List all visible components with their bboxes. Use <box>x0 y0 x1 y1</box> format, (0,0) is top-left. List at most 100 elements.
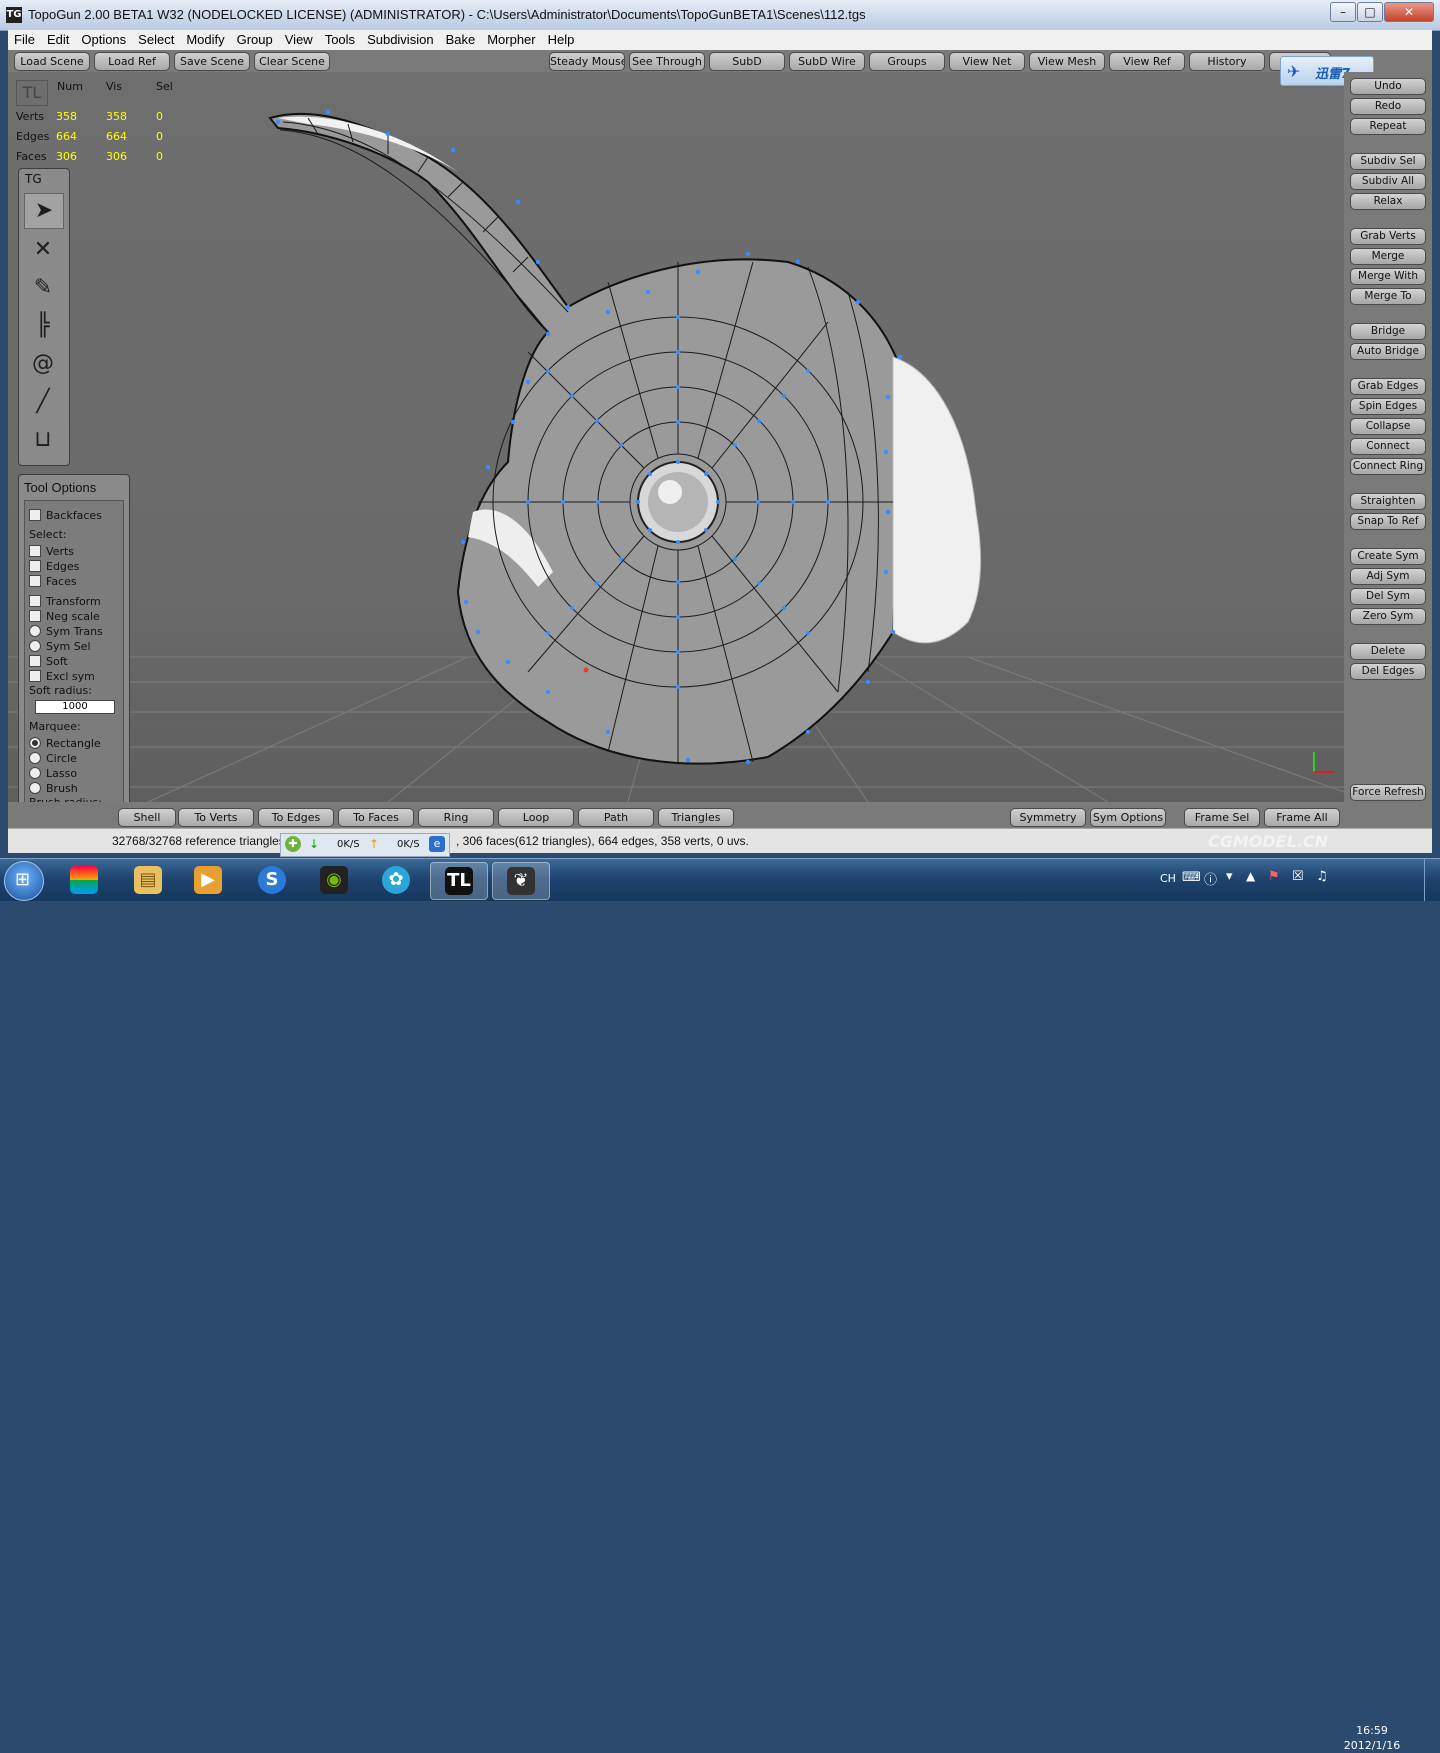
sym-trans-radio[interactable]: Sym Trans <box>29 625 103 639</box>
start-button[interactable]: ⊞ <box>4 861 44 901</box>
connect-button[interactable]: Connect <box>1350 438 1426 455</box>
system-clock[interactable]: 16:59 2012/1/16 <box>1342 1723 1402 1753</box>
merge-button[interactable]: Merge <box>1350 248 1426 265</box>
menu-file[interactable]: File <box>8 30 41 50</box>
delete-button[interactable]: Delete <box>1350 643 1426 660</box>
see-through-button[interactable]: See Through <box>629 52 705 71</box>
keyboard-icon[interactable]: ⌨ <box>1182 870 1201 885</box>
marquee-rectangle-radio[interactable]: Rectangle <box>29 737 101 751</box>
taskbar-nvidia[interactable]: ◉ <box>306 862 362 898</box>
loop-button[interactable]: Loop <box>498 808 574 827</box>
ring-button[interactable]: Ring <box>418 808 494 827</box>
collapse-button[interactable]: Collapse <box>1350 418 1426 435</box>
frame-sel-button[interactable]: Frame Sel <box>1184 808 1260 827</box>
taskbar-sogou[interactable]: S <box>244 862 300 898</box>
bridge-button[interactable]: Bridge <box>1350 323 1426 340</box>
subd-wire-button[interactable]: SubD Wire <box>789 52 865 71</box>
ime-options-icon[interactable]: ▾ <box>1226 869 1233 884</box>
symmetry-button[interactable]: Symmetry <box>1010 808 1086 827</box>
select-faces-checkbox[interactable]: Faces <box>29 575 77 589</box>
3d-viewport[interactable] <box>8 72 1344 802</box>
menu-group[interactable]: Group <box>231 30 279 50</box>
relax-button[interactable]: Relax <box>1350 193 1426 210</box>
select-arrow-icon[interactable]: ➤ <box>24 193 64 229</box>
show-hidden-icons[interactable]: ▲ <box>1246 869 1255 883</box>
network-icon[interactable]: ☒ <box>1292 869 1304 884</box>
frame-all-button[interactable]: Frame All <box>1264 808 1340 827</box>
subdiv-sel-button[interactable]: Subdiv Sel <box>1350 153 1426 170</box>
taskbar-player[interactable]: ✿ <box>368 862 424 898</box>
snap-to-ref-button[interactable]: Snap To Ref <box>1350 513 1426 530</box>
cut-icon[interactable]: ✕ <box>24 233 62 267</box>
steady-mouse-button[interactable]: Steady Mouse <box>549 52 625 71</box>
view-ref-button[interactable]: View Ref <box>1109 52 1185 71</box>
path-button[interactable]: Path <box>578 808 654 827</box>
grab-edges-button[interactable]: Grab Edges <box>1350 378 1426 395</box>
load-scene-button[interactable]: Load Scene <box>14 52 90 71</box>
to-edges-button[interactable]: To Edges <box>258 808 334 827</box>
auto-bridge-button[interactable]: Auto Bridge <box>1350 343 1426 360</box>
head-mesh[interactable] <box>268 109 981 765</box>
menu-view[interactable]: View <box>279 30 319 50</box>
network-monitor[interactable]: ✚ ↓ 0K/S ↑ 0K/S e <box>280 833 450 857</box>
subd-button[interactable]: SubD <box>709 52 785 71</box>
menu-bake[interactable]: Bake <box>440 30 482 50</box>
maximize-button[interactable]: □ <box>1357 2 1383 22</box>
taskbar-explorer[interactable]: ▤ <box>120 862 176 898</box>
history-button[interactable]: History <box>1189 52 1265 71</box>
sym-options-button[interactable]: Sym Options <box>1090 808 1166 827</box>
soft-radius-field[interactable]: 1000 <box>35 700 115 714</box>
straighten-button[interactable]: Straighten <box>1350 493 1426 510</box>
close-button[interactable]: ✕ <box>1384 2 1434 22</box>
redo-button[interactable]: Redo <box>1350 98 1426 115</box>
select-verts-checkbox[interactable]: Verts <box>29 545 74 559</box>
taskbar-zbrush[interactable]: ❦ <box>492 862 550 900</box>
load-ref-button[interactable]: Load Ref <box>94 52 170 71</box>
to-faces-button[interactable]: To Faces <box>338 808 414 827</box>
taskbar-topogun[interactable]: TL <box>430 862 488 900</box>
force-refresh-button[interactable]: Force Refresh <box>1350 784 1426 801</box>
show-desktop-button[interactable] <box>1424 859 1440 901</box>
menu-modify[interactable]: Modify <box>180 30 230 50</box>
marquee-brush-radio[interactable]: Brush <box>29 782 78 796</box>
menu-subdivision[interactable]: Subdivision <box>361 30 440 50</box>
undo-button[interactable]: Undo <box>1350 78 1426 95</box>
grab-verts-button[interactable]: Grab Verts <box>1350 228 1426 245</box>
menu-select[interactable]: Select <box>132 30 180 50</box>
save-scene-button[interactable]: Save Scene <box>174 52 250 71</box>
menu-tools[interactable]: Tools <box>319 30 361 50</box>
volume-icon[interactable]: ♫ <box>1316 869 1328 884</box>
repeat-button[interactable]: Repeat <box>1350 118 1426 135</box>
marquee-circle-radio[interactable]: Circle <box>29 752 77 766</box>
minimize-button[interactable]: – <box>1330 2 1356 22</box>
connect-ring-button[interactable]: Connect Ring <box>1350 458 1426 475</box>
bracket-icon[interactable]: ⊔ <box>24 423 62 457</box>
pencil-icon[interactable]: ✎ <box>24 271 62 305</box>
brush-icon[interactable]: ╱ <box>24 385 62 419</box>
view-net-button[interactable]: View Net <box>949 52 1025 71</box>
sym-sel-radio[interactable]: Sym Sel <box>29 640 91 654</box>
merge-with-button[interactable]: Merge With <box>1350 268 1426 285</box>
spiral-icon[interactable]: @ <box>24 347 62 381</box>
to-verts-button[interactable]: To Verts <box>178 808 254 827</box>
groups-button[interactable]: Groups <box>869 52 945 71</box>
action-center-flag-icon[interactable]: ⚑ <box>1268 869 1280 884</box>
triangles-button[interactable]: Triangles <box>658 808 734 827</box>
soft-checkbox[interactable]: Soft <box>29 655 68 669</box>
backfaces-checkbox[interactable]: Backfaces <box>29 509 102 523</box>
subdiv-all-button[interactable]: Subdiv All <box>1350 173 1426 190</box>
menu-edit[interactable]: Edit <box>41 30 75 50</box>
bridge-icon[interactable]: ╠ <box>24 309 62 343</box>
del-edges-button[interactable]: Del Edges <box>1350 663 1426 680</box>
menu-morpher[interactable]: Morpher <box>481 30 541 50</box>
excl-sym-checkbox[interactable]: Excl sym <box>29 670 95 684</box>
menu-help[interactable]: Help <box>542 30 581 50</box>
input-language[interactable]: CH <box>1160 872 1176 885</box>
zero-sym-button[interactable]: Zero Sym <box>1350 608 1426 625</box>
merge-to-button[interactable]: Merge To <box>1350 288 1426 305</box>
neg-scale-checkbox[interactable]: Neg scale <box>29 610 100 624</box>
view-mesh-button[interactable]: View Mesh <box>1029 52 1105 71</box>
adj-sym-button[interactable]: Adj Sym <box>1350 568 1426 585</box>
clear-scene-button[interactable]: Clear Scene <box>254 52 330 71</box>
select-edges-checkbox[interactable]: Edges <box>29 560 79 574</box>
